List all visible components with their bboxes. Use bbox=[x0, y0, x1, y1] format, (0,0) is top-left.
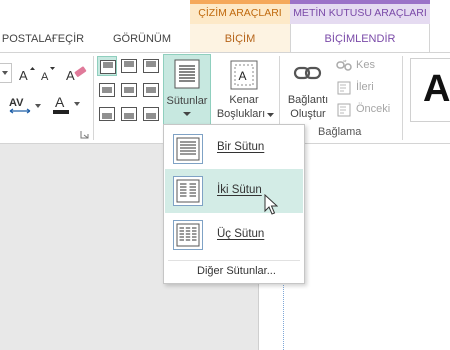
tab-mailings[interactable]: POSTALAҒEÇİR bbox=[0, 27, 86, 51]
menu-item-more-columns[interactable]: Diğer Sütunlar... bbox=[165, 262, 303, 282]
one-column-icon bbox=[173, 134, 203, 164]
create-link-label-line2: Oluştur bbox=[290, 108, 326, 120]
margins-label-line2: Boşlukları bbox=[216, 108, 266, 120]
create-link-label-line1: Bağlantı bbox=[287, 94, 329, 106]
align-icon bbox=[121, 107, 137, 121]
menu-item-three-columns[interactable]: Üç Sütun bbox=[165, 213, 303, 257]
previous-button[interactable]: Önceki bbox=[336, 102, 396, 118]
two-columns-label: İki Sütun bbox=[217, 184, 262, 196]
two-columns-icon bbox=[173, 176, 203, 206]
font-group-dropdown-edge[interactable] bbox=[0, 63, 12, 83]
text-alignment-button[interactable] bbox=[119, 104, 139, 124]
next-button[interactable]: İleri bbox=[336, 80, 396, 96]
columns-dropdown-arrow-icon bbox=[183, 111, 191, 117]
wordart-style-gallery[interactable]: A bbox=[410, 58, 450, 122]
svg-text:A: A bbox=[66, 68, 75, 83]
wordart-preview-letter: A bbox=[423, 68, 450, 110]
three-columns-icon bbox=[173, 220, 203, 250]
next-label: İleri bbox=[356, 81, 374, 93]
font-color-icon[interactable]: A bbox=[52, 92, 82, 116]
ribbon-separator bbox=[93, 56, 94, 140]
text-alignment-button[interactable] bbox=[119, 80, 139, 100]
linking-group-label: Bağlama bbox=[318, 126, 362, 138]
align-icon bbox=[100, 60, 116, 74]
ribbon-separator bbox=[402, 56, 403, 140]
text-alignment-button[interactable] bbox=[97, 80, 117, 100]
text-alignment-button[interactable] bbox=[97, 56, 117, 76]
columns-label: Sütunlar bbox=[166, 95, 208, 107]
svg-text:AV: AV bbox=[9, 97, 24, 109]
previous-icon bbox=[337, 103, 351, 117]
one-column-label: Bir Sütun bbox=[217, 141, 265, 153]
margins-label-line1: Kenar bbox=[229, 94, 259, 106]
font-group-launcher-icon[interactable] bbox=[80, 130, 90, 140]
break-link-label: Kes bbox=[356, 59, 375, 71]
more-columns-label: Diğer Sütunlar... bbox=[197, 265, 276, 277]
align-icon bbox=[121, 83, 137, 97]
align-icon bbox=[143, 59, 159, 73]
text-alignment-button[interactable] bbox=[141, 80, 161, 100]
character-spacing-icon[interactable]: AV bbox=[8, 94, 42, 116]
text-alignment-button[interactable] bbox=[141, 56, 161, 76]
next-icon bbox=[337, 81, 351, 95]
svg-text:A: A bbox=[55, 94, 65, 110]
align-icon bbox=[99, 107, 115, 121]
align-icon bbox=[143, 107, 159, 121]
svg-text:A: A bbox=[41, 71, 49, 83]
text-alignment-grid bbox=[97, 56, 161, 121]
margins-dropdown-arrow-icon bbox=[267, 113, 274, 118]
align-icon bbox=[121, 59, 137, 73]
text-alignment-button[interactable] bbox=[141, 104, 161, 124]
grow-font-icon[interactable]: A bbox=[18, 64, 36, 84]
columns-dropdown-menu: Bir Sütun İki Sütun Üç Sütun Diğer Sütun… bbox=[163, 124, 305, 284]
break-link-button[interactable]: Kes bbox=[336, 58, 396, 74]
three-columns-label: Üç Sütun bbox=[217, 228, 265, 240]
align-icon bbox=[143, 83, 159, 97]
text-alignment-button[interactable] bbox=[119, 56, 139, 76]
margins-icon: A bbox=[230, 60, 258, 90]
mouse-cursor-icon bbox=[264, 194, 278, 216]
contextual-textbox-tools-label: METİN KUTUSU ARAÇLARI bbox=[293, 7, 427, 19]
align-icon bbox=[99, 83, 115, 97]
tab-format-drawing[interactable]: BİÇİM bbox=[190, 27, 290, 51]
tab-view[interactable]: GÖRÜNÜM bbox=[100, 27, 184, 51]
break-link-icon bbox=[336, 59, 352, 73]
margins-button[interactable]: A Kenar Boşlukları bbox=[213, 56, 275, 126]
clear-formatting-icon[interactable]: A bbox=[66, 63, 88, 85]
columns-button[interactable]: Sütunlar bbox=[163, 54, 211, 126]
menu-item-one-column[interactable]: Bir Sütun bbox=[165, 127, 303, 169]
previous-label: Önceki bbox=[356, 103, 391, 115]
menu-item-two-columns[interactable]: İki Sütun bbox=[165, 169, 303, 213]
shrink-font-icon[interactable]: A bbox=[40, 64, 58, 84]
svg-text:A: A bbox=[19, 68, 28, 83]
text-alignment-button[interactable] bbox=[97, 104, 117, 124]
contextual-drawing-tools-label: ÇİZİM ARAÇLARI bbox=[198, 7, 282, 19]
menu-divider bbox=[168, 260, 300, 261]
tab-format-textbox[interactable]: BİÇİMLENDİR bbox=[290, 27, 430, 51]
create-link-button[interactable]: Bağlantı Oluştur bbox=[283, 56, 333, 126]
svg-text:A: A bbox=[239, 69, 247, 83]
link-chain-icon bbox=[293, 62, 323, 84]
columns-icon bbox=[174, 59, 200, 89]
